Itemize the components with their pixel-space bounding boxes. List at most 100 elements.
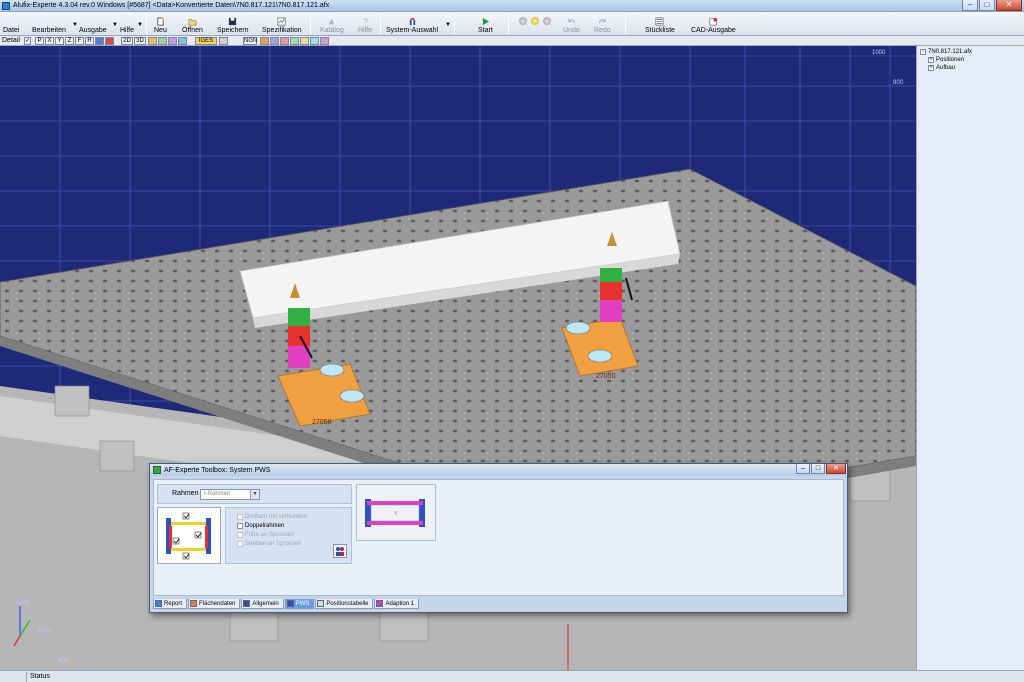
menu-bearbeiten-label: Bearbeiten (32, 27, 66, 34)
axis-label: 900 (893, 80, 904, 86)
dropdown-arrow-icon: ▼ (72, 22, 78, 28)
option-checkbox[interactable] (237, 523, 243, 529)
tree-item-positionen[interactable]: + Positionen (920, 56, 1021, 64)
cad-export-icon (709, 17, 717, 26)
option-doppelrahmen[interactable]: Doppelrahmen (237, 523, 284, 529)
tool-c-icon[interactable] (280, 37, 289, 45)
tab-positionstabelle[interactable]: Positionstabelle (315, 599, 374, 609)
tab-adaption-1[interactable]: Adaption 1 (374, 599, 420, 609)
spezifikation-button[interactable]: Spezifikation (262, 12, 302, 36)
menu-hilfe[interactable]: Hilfe (120, 12, 134, 36)
menu-datei[interactable]: Datei (3, 12, 19, 36)
view-2d-button[interactable]: 2D (121, 37, 133, 45)
tab-label: PWS (295, 600, 310, 607)
shading-icon[interactable] (105, 37, 114, 45)
katalog-button[interactable]: Katalog (320, 12, 344, 36)
offnen-button[interactable]: Öffnen (182, 12, 203, 36)
expand-icon[interactable]: + (928, 65, 934, 71)
frame-options: Dreifach mit verbunden Doppelrahmen Füße… (225, 507, 352, 564)
option-label: Füße an Sprossen (245, 532, 295, 538)
dialog-maximize-button[interactable]: □ (811, 464, 825, 474)
tab-flaechendaten[interactable]: Flächendaten (188, 599, 241, 609)
mirror-icon[interactable] (168, 37, 177, 45)
view-y-button[interactable]: Y (55, 37, 64, 45)
option-dreifach[interactable]: Dreifach mit verbunden (237, 514, 307, 520)
light-gray-icon (543, 17, 551, 25)
close-button[interactable]: ✕ (996, 0, 1022, 11)
dialog-body: Rahmen I-Rahmen ▼ Dreifach mit verbunden… (153, 479, 844, 596)
katalog-label: Katalog (320, 27, 344, 34)
hilfe-button[interactable]: ? Hilfe (358, 12, 372, 36)
export-icon[interactable] (219, 37, 228, 45)
tree-root-label: 7N0.817.121.afx (928, 49, 973, 55)
option-checkbox[interactable] (237, 541, 243, 547)
option-streben[interactable]: Streben an Sprossen (237, 541, 301, 547)
open-folder-icon (188, 19, 197, 26)
minimize-button[interactable]: – (962, 0, 978, 11)
tree-root[interactable]: − 7N0.817.121.afx (920, 48, 1021, 56)
window-controls: – □ ✕ (962, 0, 1022, 11)
tree-item-label: Aufbau (936, 65, 956, 71)
start-button[interactable]: Start (478, 12, 493, 36)
tab-report[interactable]: Report (153, 599, 188, 609)
axis-label: 800 (58, 658, 69, 664)
expand-icon[interactable]: + (928, 57, 934, 63)
tab-label: Flächendaten (199, 600, 236, 607)
start-label: Start (478, 27, 493, 34)
iges-button[interactable]: IGES (195, 37, 217, 45)
dialog-title-bar[interactable]: AF-Experte Toolbox: System PWS – □ ✕ (150, 464, 847, 476)
undo-button[interactable]: Undo (563, 12, 580, 36)
measure-icon[interactable] (178, 37, 187, 45)
redo-button[interactable]: Redo (594, 12, 611, 36)
people-button[interactable] (333, 544, 347, 558)
layer-icon[interactable] (158, 37, 167, 45)
svg-text:?: ? (363, 18, 368, 26)
menu-bearbeiten[interactable]: Bearbeiten (32, 12, 66, 36)
option-fuesse[interactable]: Füße an Sprossen (237, 532, 294, 538)
view-3d-button[interactable]: 3D (134, 37, 146, 45)
maximize-button[interactable]: □ (979, 0, 995, 11)
tab-allgemein[interactable]: Allgemein (241, 599, 284, 609)
detail-checkbox[interactable]: ✓ (24, 37, 31, 45)
rahmen-select[interactable]: I-Rahmen ▼ (200, 489, 260, 500)
tool-b-icon[interactable] (270, 37, 279, 45)
tab-pws[interactable]: PWS (284, 599, 315, 609)
neu-label: Neu (154, 27, 167, 34)
dialog-close-button[interactable]: ✕ (826, 464, 846, 474)
tool-d-icon[interactable] (290, 37, 299, 45)
speichern-button[interactable]: Speichern (217, 12, 249, 36)
axis-label: 1000 (872, 50, 886, 56)
ngn-button[interactable]: NGN (243, 37, 257, 45)
play-icon (482, 17, 489, 26)
view-x-button[interactable]: X (45, 37, 54, 45)
tree-item-aufbau[interactable]: + Aufbau (920, 64, 1021, 72)
dialog-minimize-button[interactable]: – (796, 464, 810, 474)
catalog-icon (329, 18, 335, 25)
material-icon[interactable] (148, 37, 157, 45)
frame-preview-icon (365, 499, 425, 527)
menu-ausgabe[interactable]: Ausgabe (79, 12, 107, 36)
view-r-button[interactable]: R (85, 37, 94, 45)
option-checkbox[interactable] (237, 514, 243, 520)
tool-a-icon[interactable] (260, 37, 269, 45)
system-auswahl-button[interactable]: System-Auswahl (386, 12, 438, 36)
cad-ausgabe-button[interactable]: CAD-Ausgabe (691, 12, 736, 36)
stueckliste-button[interactable]: Stückliste (645, 12, 675, 36)
view-z-button[interactable]: Z (65, 37, 74, 45)
tool-g-icon[interactable] (320, 37, 329, 45)
tab-label: Positionstabelle (326, 600, 369, 607)
light-gray-icon (519, 17, 527, 25)
view-f-button[interactable]: F (75, 37, 84, 45)
tab-label: Allgemein (252, 600, 279, 607)
neu-button[interactable]: Neu (154, 12, 167, 36)
tool-f-icon[interactable] (310, 37, 319, 45)
toolbar-separator (508, 14, 509, 34)
option-checkbox[interactable] (237, 532, 243, 538)
render-mode-icon[interactable] (95, 37, 104, 45)
system-auswahl-label: System-Auswahl (386, 27, 439, 34)
project-tree: − 7N0.817.121.afx + Positionen + Aufbau (916, 46, 1024, 670)
tool-e-icon[interactable] (300, 37, 309, 45)
chevron-down-icon[interactable]: ▼ (250, 490, 259, 499)
collapse-icon[interactable]: − (920, 49, 926, 55)
view-p-button[interactable]: P (35, 37, 44, 45)
